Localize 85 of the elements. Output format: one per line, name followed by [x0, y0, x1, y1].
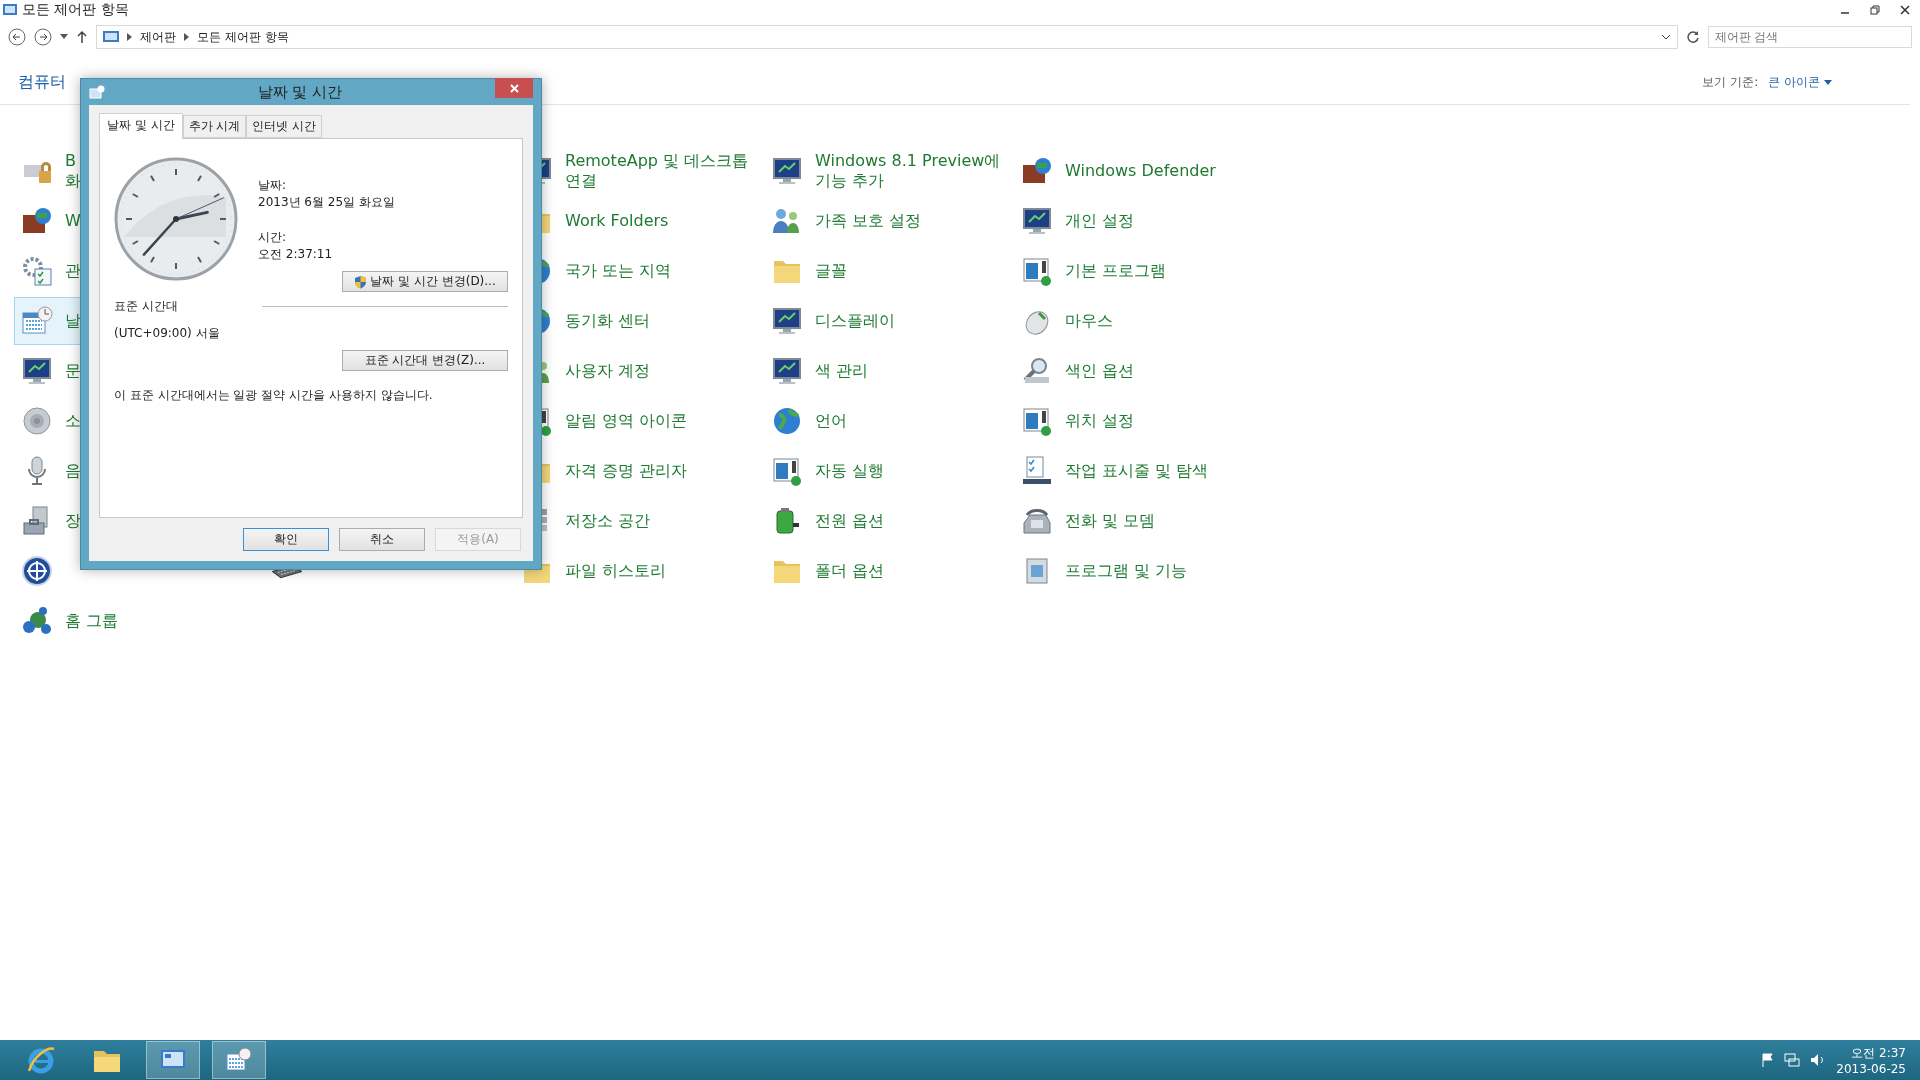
- control-panel-icon: [103, 30, 119, 44]
- time-label: 시간:: [258, 229, 288, 246]
- tab[interactable]: 인터넷 시간: [246, 115, 323, 138]
- breadcrumb[interactable]: 모든 제어판 항목: [197, 28, 289, 46]
- control-panel-item[interactable]: 색인 옵션: [1014, 347, 1142, 395]
- control-panel-item[interactable]: 디스플레이: [764, 297, 902, 345]
- control-panel-item[interactable]: W: [14, 197, 88, 245]
- monitor-icon: [771, 305, 803, 337]
- speaker-icon: [21, 405, 53, 437]
- dropdown-caret-icon[interactable]: [1661, 34, 1671, 40]
- control-panel-item[interactable]: 전화 및 모뎀: [1014, 497, 1163, 545]
- window-icon: [1021, 255, 1053, 287]
- calendar-clock-icon[interactable]: [212, 1041, 266, 1079]
- forward-icon[interactable]: [34, 28, 52, 46]
- dialog-button[interactable]: 취소: [339, 528, 425, 551]
- control-panel-item[interactable]: 작업 표시줄 및 탐색: [1014, 447, 1216, 495]
- control-panel-item[interactable]: Windows 8.1 Preview에 기능 추가: [764, 147, 1008, 195]
- caret-icon: [1824, 79, 1832, 85]
- chevron-icon: [184, 33, 189, 41]
- control-panel-item[interactable]: 기본 프로그램: [1014, 247, 1174, 295]
- tray-clock[interactable]: 오전 2:37 2013-06-25: [1836, 1044, 1906, 1076]
- control-panel-item[interactable]: 장: [14, 497, 88, 545]
- date-value: 2013년 6월 25일 화요일: [258, 194, 396, 211]
- flag-icon[interactable]: [1762, 1053, 1775, 1067]
- control-panel-item[interactable]: 마우스: [1014, 297, 1120, 345]
- search-field[interactable]: 제어판 검색: [1708, 26, 1912, 48]
- monitor-icon: [771, 155, 803, 187]
- control-panel-item[interactable]: 프로그램 및 기능: [1014, 547, 1195, 595]
- view-mode-link[interactable]: 큰 아이콘: [1768, 73, 1832, 91]
- window-icon: [1021, 405, 1053, 437]
- close-button[interactable]: [495, 78, 533, 98]
- control-panel-item[interactable]: 언어: [764, 397, 854, 445]
- control-panel-item[interactable]: B 화: [14, 147, 88, 195]
- refresh-icon[interactable]: [1686, 30, 1700, 44]
- checklist-icon: [1021, 455, 1053, 487]
- change-date-time-button[interactable]: 날짜 및 시간 변경(D)...: [342, 271, 508, 292]
- globe-icon: [771, 405, 803, 437]
- dialog-button[interactable]: 확인: [243, 528, 329, 551]
- control-panel-item[interactable]: Windows Defender: [1014, 147, 1223, 195]
- back-icon[interactable]: [8, 28, 26, 46]
- up-arrow-icon[interactable]: [76, 30, 88, 44]
- network-icon[interactable]: [1784, 1053, 1801, 1067]
- control-panel-item[interactable]: 관: [14, 247, 88, 295]
- control-panel-item[interactable]: 글꼴: [764, 247, 854, 295]
- control-panel-icon[interactable]: [146, 1041, 200, 1079]
- date-label: 날짜:: [258, 177, 288, 194]
- window-title: 모든 제어판 항목: [22, 1, 130, 19]
- calendar-clock-icon: [89, 85, 105, 99]
- accessibility-icon: [21, 555, 53, 587]
- analog-clock-icon: [114, 157, 238, 281]
- network-spheres-icon: [21, 605, 53, 637]
- page-heading: 컴퓨터: [18, 71, 66, 93]
- dropdown-caret-icon[interactable]: [60, 34, 68, 40]
- monitor-icon: [21, 355, 53, 387]
- control-panel-item[interactable]: 자동 실행: [764, 447, 892, 495]
- close-icon: [509, 83, 519, 93]
- section-heading: 표준 시간대: [114, 298, 178, 315]
- control-panel-item[interactable]: 개인 설정: [1014, 197, 1142, 245]
- calendar-icon: [21, 305, 53, 337]
- tab[interactable]: 날짜 및 시간: [99, 113, 183, 139]
- control-panel-item[interactable]: 전원 옵션: [764, 497, 892, 545]
- timezone-value: (UTC+09:00) 서울: [114, 325, 221, 342]
- control-panel-item[interactable]: 위치 설정: [1014, 397, 1142, 445]
- monitor-icon: [771, 355, 803, 387]
- monitor-icon: [1021, 205, 1053, 237]
- control-panel-item[interactable]: 소: [14, 397, 88, 445]
- control-panel-item[interactable]: 색 관리: [764, 347, 876, 395]
- control-panel-item[interactable]: 홈 그룹: [14, 597, 126, 645]
- control-panel-icon: [2, 2, 18, 18]
- gear-icon: [21, 255, 53, 287]
- control-panel-item[interactable]: 가족 보호 설정: [764, 197, 929, 245]
- breadcrumb[interactable]: 제어판: [140, 28, 176, 46]
- change-timezone-button[interactable]: 표준 시간대 변경(Z)...: [342, 350, 508, 371]
- view-by-label: 보기 기준:: [1702, 73, 1759, 91]
- dialog-title: 날짜 및 시간: [256, 82, 344, 102]
- dst-note: 이 표준 시간대에서는 일광 절약 시간을 사용하지 않습니다.: [114, 387, 434, 404]
- control-panel-item[interactable]: 폴더 옵션: [764, 547, 892, 595]
- control-panel-item[interactable]: 음: [14, 447, 88, 495]
- time-value: 오전 2:37:11: [258, 246, 334, 263]
- address-field[interactable]: 제어판 모든 제어판 항목: [96, 25, 1678, 49]
- window-icon: [771, 455, 803, 487]
- tab[interactable]: 추가 시계: [182, 115, 247, 138]
- chevron-icon: [127, 33, 132, 41]
- shield-icon: [354, 274, 368, 289]
- control-panel-item[interactable]: 문: [14, 347, 88, 395]
